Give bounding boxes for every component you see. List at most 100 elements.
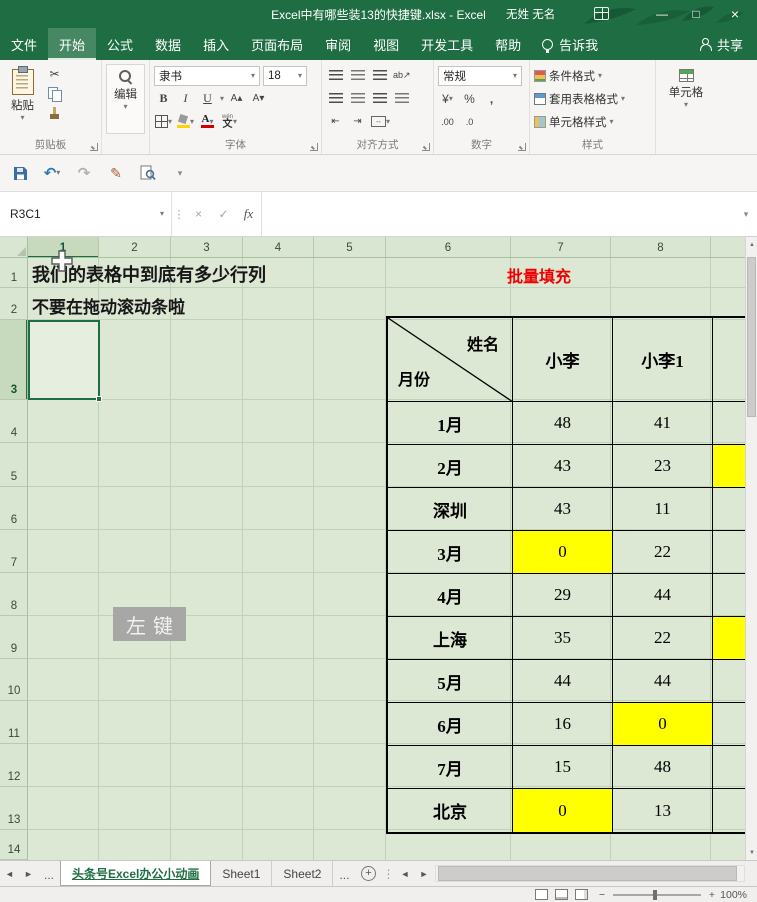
comma-format-button[interactable]: , [482, 89, 501, 108]
percent-format-button[interactable]: % [460, 89, 479, 108]
table-cell[interactable] [713, 746, 745, 789]
table-cell[interactable] [713, 703, 745, 746]
table-col-header[interactable]: 小李 [513, 318, 613, 402]
column-header-7[interactable]: 7 [511, 237, 611, 257]
paste-button[interactable]: 粘贴 ▾ [4, 64, 41, 134]
merge-center-button[interactable]: ↔ ▾ [370, 112, 391, 131]
vertical-scroll-thumb[interactable] [747, 257, 756, 417]
table-cell[interactable]: 44 [613, 660, 713, 703]
close-button[interactable]: × [713, 0, 757, 28]
table-row-label[interactable]: 上海 [388, 617, 513, 660]
table-cell[interactable]: 0 [613, 703, 713, 746]
align-right-button[interactable] [370, 89, 389, 108]
decrease-indent-button[interactable]: ⇤ [326, 112, 345, 131]
table-row-label[interactable]: 6月 [388, 703, 513, 746]
alignment-dialog-launcher-icon[interactable] [422, 143, 430, 151]
wrap-text-button[interactable] [392, 89, 411, 108]
print-preview-button[interactable] [138, 162, 158, 184]
table-cell[interactable]: 23 [613, 445, 713, 488]
table-cell[interactable]: 43 [513, 488, 613, 531]
align-center-button[interactable] [348, 89, 367, 108]
table-cell[interactable]: 48 [513, 402, 613, 445]
table-cell[interactable] [713, 531, 745, 574]
row-header-4[interactable]: 4 [0, 400, 27, 443]
column-header-5[interactable]: 5 [314, 237, 386, 257]
decrease-decimal-button[interactable]: .0 [460, 112, 479, 131]
horizontal-scroll-thumb[interactable] [438, 866, 737, 881]
formula-bar-drag-handle[interactable]: ⋮ [172, 208, 186, 221]
table-cell[interactable]: 44 [513, 660, 613, 703]
ribbon-tab-数据[interactable]: 数据 [144, 28, 192, 60]
table-cell[interactable] [713, 445, 745, 488]
selected-cell[interactable] [28, 320, 102, 402]
sheet-tab-Sheet2[interactable]: Sheet2 [272, 861, 334, 886]
number-format-select[interactable]: 常规 ▾ [438, 65, 522, 86]
formula-input[interactable] [261, 192, 735, 236]
grid-content[interactable]: 我们的表格中到底有多少行列 批量填充 不要在拖动滚动条啦 姓名 月份 小李 小李1 1月… [28, 258, 745, 860]
zoom-slider[interactable] [613, 889, 701, 900]
select-all-corner[interactable] [0, 237, 28, 258]
zoom-level[interactable]: 100% [719, 889, 757, 901]
column-header-6[interactable]: 6 [386, 237, 511, 257]
fill-handle[interactable] [96, 396, 102, 402]
table-cell[interactable]: 35 [513, 617, 613, 660]
ribbon-tab-开始[interactable]: 开始 [48, 28, 97, 60]
table-cell[interactable] [713, 617, 745, 660]
table-cell[interactable] [713, 488, 745, 531]
row-header-10[interactable]: 10 [0, 659, 27, 701]
account-name[interactable]: 无姓 无名 [506, 0, 555, 28]
align-top-button[interactable] [326, 66, 345, 85]
cancel-entry-button[interactable]: × [186, 192, 211, 236]
table-cell[interactable]: 15 [513, 746, 613, 789]
font-dialog-launcher-icon[interactable] [310, 143, 318, 151]
format-painter-button[interactable] [45, 104, 64, 123]
confirm-entry-button[interactable]: ✓ [211, 192, 236, 236]
horizontal-scrollbar[interactable] [435, 865, 745, 882]
column-header-4[interactable]: 4 [243, 237, 314, 257]
sheet-tab-Sheet1[interactable]: Sheet1 [211, 861, 273, 886]
bold-button[interactable]: B [154, 89, 173, 108]
expand-formula-bar-icon[interactable]: ▾ [735, 209, 757, 220]
edit-button[interactable]: 编辑 ▾ [106, 64, 145, 134]
table-row-label[interactable]: 2月 [388, 445, 513, 488]
row-header-1[interactable]: 1 [0, 258, 27, 288]
share-button[interactable]: 共享 [685, 28, 757, 60]
conditional-format-button[interactable]: 条件格式 ▾ [534, 64, 651, 87]
table-row-label[interactable]: 1月 [388, 402, 513, 445]
orientation-button[interactable]: ab↗ [392, 66, 412, 85]
italic-button[interactable]: I [176, 89, 195, 108]
ribbon-tab-视图[interactable]: 视图 [362, 28, 410, 60]
maximize-button[interactable]: □ [679, 0, 713, 28]
row-header-9[interactable]: 9 [0, 616, 27, 659]
table-row-label[interactable]: 5月 [388, 660, 513, 703]
table-cell[interactable]: 0 [513, 789, 613, 832]
font-size-select[interactable]: 18 ▾ [263, 65, 307, 86]
table-col-header[interactable] [713, 318, 745, 402]
save-button[interactable] [10, 162, 30, 184]
ribbon-tab-页面布局[interactable]: 页面布局 [240, 28, 314, 60]
scroll-up-icon[interactable]: ▲ [746, 237, 757, 252]
row-header-12[interactable]: 12 [0, 744, 27, 787]
increase-indent-button[interactable]: ⇥ [348, 112, 367, 131]
zoom-in-button[interactable]: + [705, 889, 719, 901]
name-box[interactable]: R3C1 ▾ [0, 192, 172, 236]
undo-button[interactable]: ↶ ▾ [42, 162, 62, 184]
increase-decimal-button[interactable]: .00 [438, 112, 457, 131]
decrease-font-button[interactable]: A▾ [249, 89, 268, 108]
table-cell[interactable]: 22 [613, 531, 713, 574]
hidden-tabs-left[interactable]: ... [38, 861, 60, 886]
scroll-left-icon[interactable]: ◄ [395, 861, 414, 886]
table-cell[interactable]: 43 [513, 445, 613, 488]
row-header-11[interactable]: 11 [0, 701, 27, 744]
table-cell[interactable] [713, 660, 745, 703]
tab-scroll-splitter[interactable]: ⋮ [381, 861, 395, 886]
align-left-button[interactable] [326, 89, 345, 108]
ribbon-tab-文件[interactable]: 文件 [0, 28, 48, 60]
column-header-2[interactable]: 2 [99, 237, 171, 257]
table-row-label[interactable]: 7月 [388, 746, 513, 789]
format-as-table-button[interactable]: 套用表格格式 ▾ [534, 87, 651, 110]
table-row-label[interactable]: 深圳 [388, 488, 513, 531]
table-cell[interactable]: 44 [613, 574, 713, 617]
row-header-14[interactable]: 14 [0, 830, 27, 860]
ribbon-tab-帮助[interactable]: 帮助 [484, 28, 532, 60]
